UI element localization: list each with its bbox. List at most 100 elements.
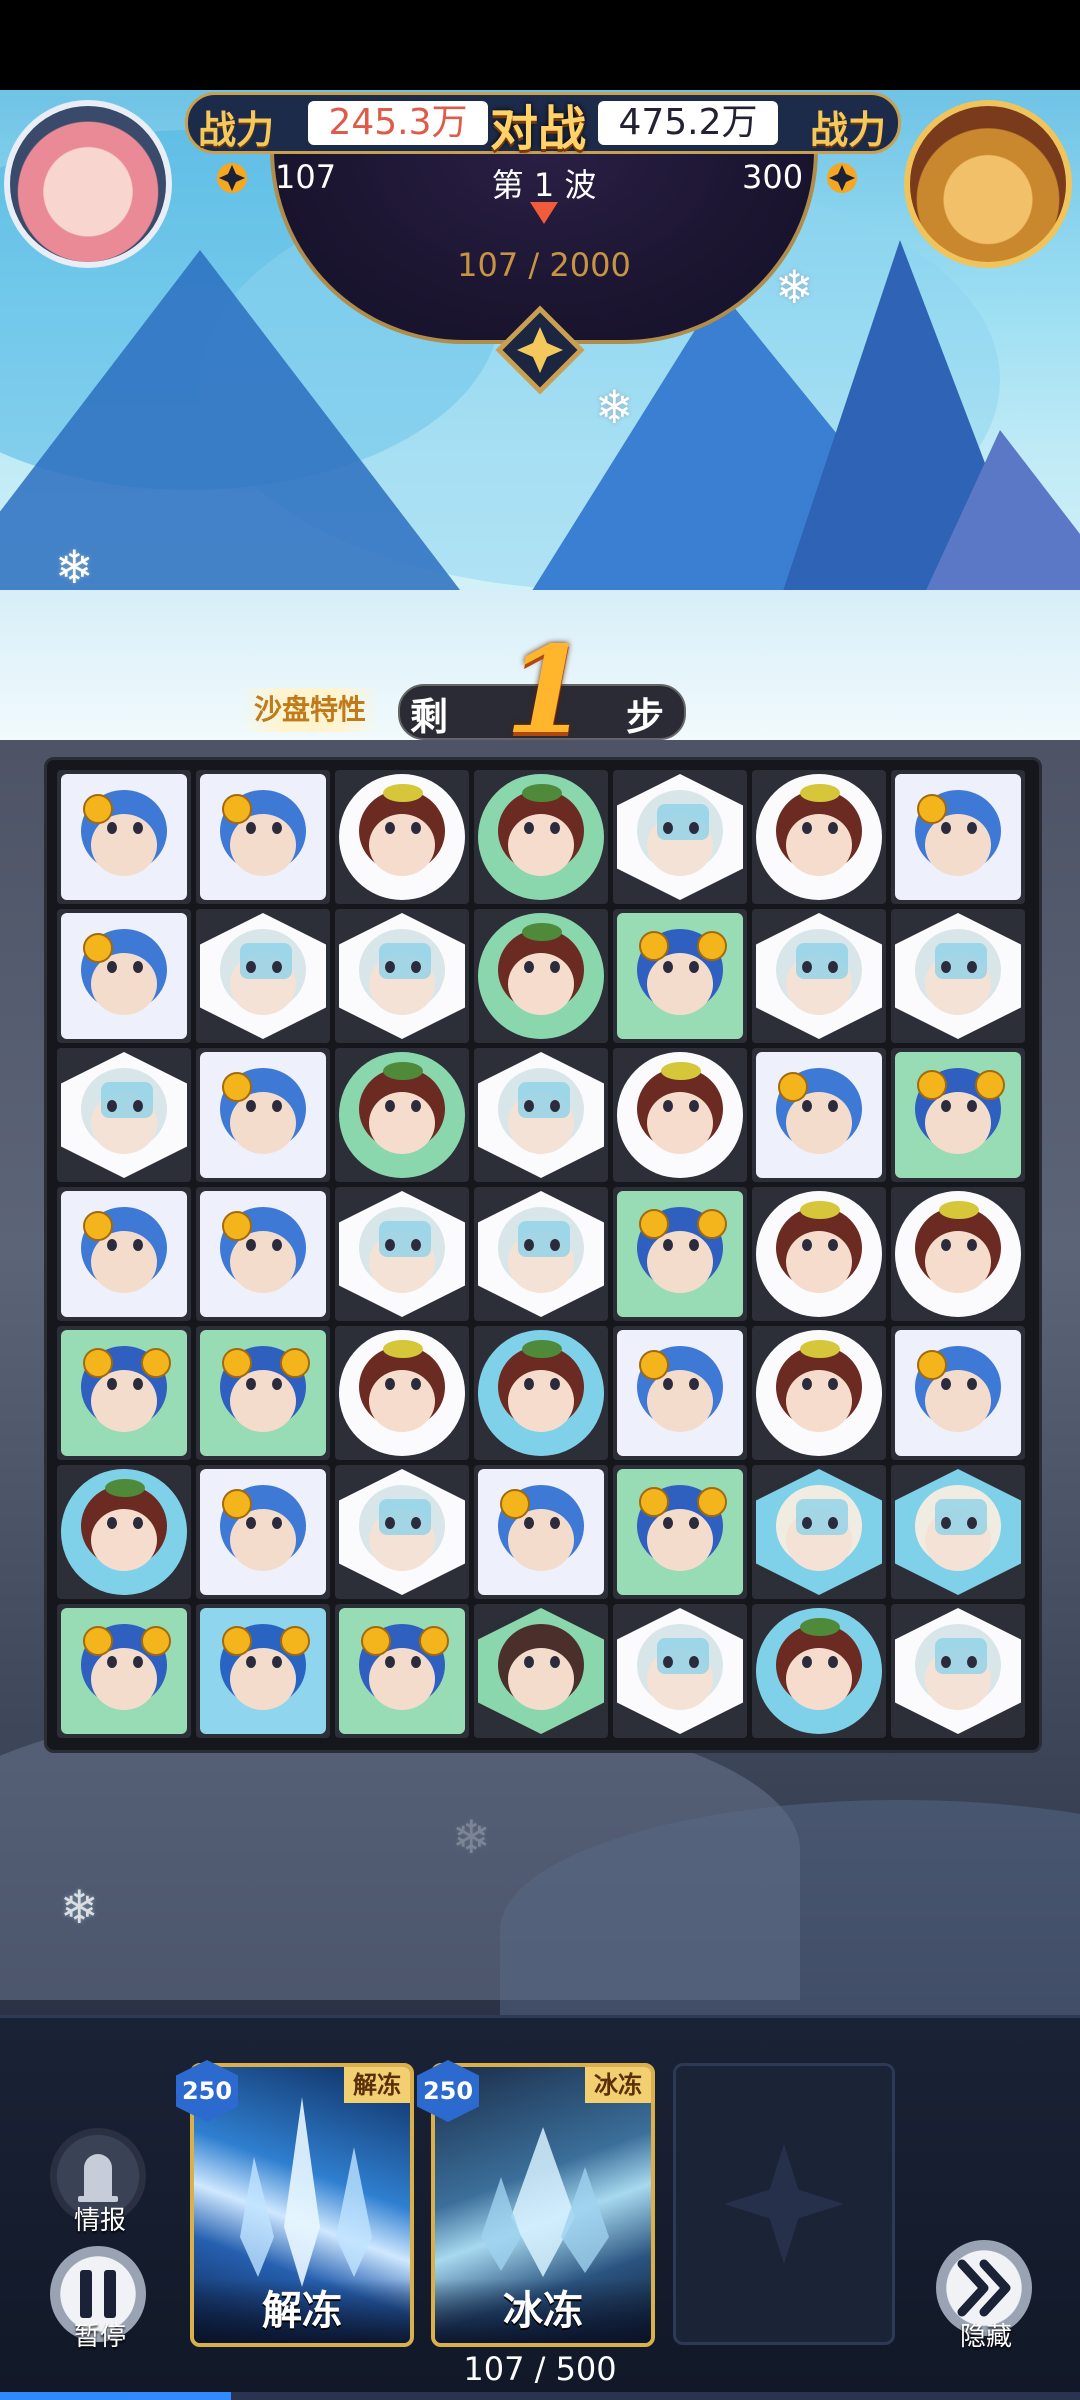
cat-boy-tile-icon (339, 774, 465, 900)
ice-girl-tile-icon (895, 913, 1021, 1039)
empty-skill-slot[interactable] (673, 2063, 895, 2345)
board-cell[interactable] (474, 1465, 608, 1599)
board-cell[interactable] (57, 1465, 191, 1599)
board-cell[interactable] (57, 909, 191, 1043)
eye (663, 1378, 673, 1390)
eye (689, 1656, 699, 1668)
eye (385, 822, 395, 834)
enemy-avatar[interactable] (904, 100, 1072, 268)
board-cell[interactable] (335, 1465, 469, 1599)
eye (828, 1517, 838, 1529)
board-cell[interactable] (613, 1187, 747, 1321)
right-power-value: 475.2万 (598, 101, 778, 145)
coin-badge (222, 1072, 252, 1102)
coin-badge (639, 1350, 669, 1380)
blue-girl-tile-icon (617, 1330, 743, 1456)
board-cell[interactable] (57, 1048, 191, 1182)
board-cell[interactable] (57, 1187, 191, 1321)
eye (385, 1517, 395, 1529)
eye (272, 1656, 282, 1668)
board-cell[interactable] (891, 1048, 1025, 1182)
board-cell[interactable] (891, 1465, 1025, 1599)
board-cell[interactable] (335, 1326, 469, 1460)
board-cell[interactable] (474, 1048, 608, 1182)
eye (802, 961, 812, 973)
board-cell[interactable] (613, 909, 747, 1043)
board-cell[interactable] (196, 909, 330, 1043)
power-compare-bar: 战力 245.3万 对战 475.2万 战力 (185, 92, 901, 157)
cat-boy-tile-icon (617, 1052, 743, 1178)
board-cell[interactable] (57, 770, 191, 904)
goggle-lens (361, 1626, 391, 1656)
board-cell[interactable] (613, 1326, 747, 1460)
board-cell[interactable] (196, 1604, 330, 1738)
eye (524, 1656, 534, 1668)
board-cell[interactable] (752, 1187, 886, 1321)
board-cell[interactable] (196, 1465, 330, 1599)
board-cell[interactable] (891, 1604, 1025, 1738)
diamond-emblem-icon (495, 305, 585, 395)
board-cell[interactable] (891, 909, 1025, 1043)
blue-girl-tile-icon (756, 1052, 882, 1178)
board-cell[interactable] (335, 770, 469, 904)
board-cell[interactable] (474, 1187, 608, 1321)
eye (133, 961, 143, 973)
board-cell[interactable] (335, 1187, 469, 1321)
match-board (44, 757, 1042, 1753)
board-cell[interactable] (196, 1187, 330, 1321)
ice-girl-tile-icon (478, 1191, 604, 1317)
board-cell[interactable] (57, 1326, 191, 1460)
board-cell[interactable] (613, 1048, 747, 1182)
board-cell[interactable] (891, 1326, 1025, 1460)
ice-girl-tile-icon (200, 913, 326, 1039)
snowflake-icon: ❄ (60, 1880, 99, 1934)
board-cell[interactable] (196, 1048, 330, 1182)
character-face (647, 953, 713, 1015)
board-cell[interactable] (613, 1604, 747, 1738)
board-cell[interactable] (891, 1187, 1025, 1321)
board-cell[interactable] (752, 1326, 886, 1460)
character-face (230, 1370, 296, 1432)
eye (246, 1100, 256, 1112)
player-avatar[interactable] (4, 100, 172, 268)
board-cell[interactable] (474, 1326, 608, 1460)
goggle-lens (83, 1626, 113, 1656)
board-cell[interactable] (891, 770, 1025, 904)
blue-girl-tile-icon (61, 913, 187, 1039)
board-cell[interactable] (613, 1465, 747, 1599)
eye (411, 1378, 421, 1390)
eye (524, 1517, 534, 1529)
eye (411, 961, 421, 973)
blue-girl-tile-icon (200, 1052, 326, 1178)
eye (550, 961, 560, 973)
board-cell[interactable] (752, 1604, 886, 1738)
blue-girl-tile-icon (895, 774, 1021, 900)
board-cell[interactable] (335, 1604, 469, 1738)
board-cell[interactable] (474, 1604, 608, 1738)
board-cell[interactable] (335, 1048, 469, 1182)
board-cell[interactable] (752, 1048, 886, 1182)
board-cell[interactable] (474, 909, 608, 1043)
board-cell[interactable] (335, 909, 469, 1043)
eye (828, 1239, 838, 1251)
board-cell[interactable] (752, 770, 886, 904)
eye (967, 1517, 977, 1529)
character-face (786, 1231, 852, 1293)
frog-cat-blue-tile-icon (478, 1330, 604, 1456)
character-face (369, 1648, 435, 1710)
board-cell[interactable] (57, 1604, 191, 1738)
sandbox-feature-label[interactable]: 沙盘特性 (240, 688, 380, 732)
eye (272, 1100, 282, 1112)
board-cell[interactable] (474, 770, 608, 904)
board-cell[interactable] (196, 1326, 330, 1460)
board-cell[interactable] (613, 770, 747, 904)
goggle-lens (222, 1348, 252, 1378)
board-cell[interactable] (196, 770, 330, 904)
leaf (522, 923, 562, 941)
character-face (786, 1370, 852, 1432)
frog-cat-blue-tile-icon (756, 1608, 882, 1734)
board-cell[interactable] (752, 909, 886, 1043)
goggle-lens (419, 1626, 449, 1656)
energy-bar-fill (0, 2392, 232, 2400)
board-cell[interactable] (752, 1465, 886, 1599)
